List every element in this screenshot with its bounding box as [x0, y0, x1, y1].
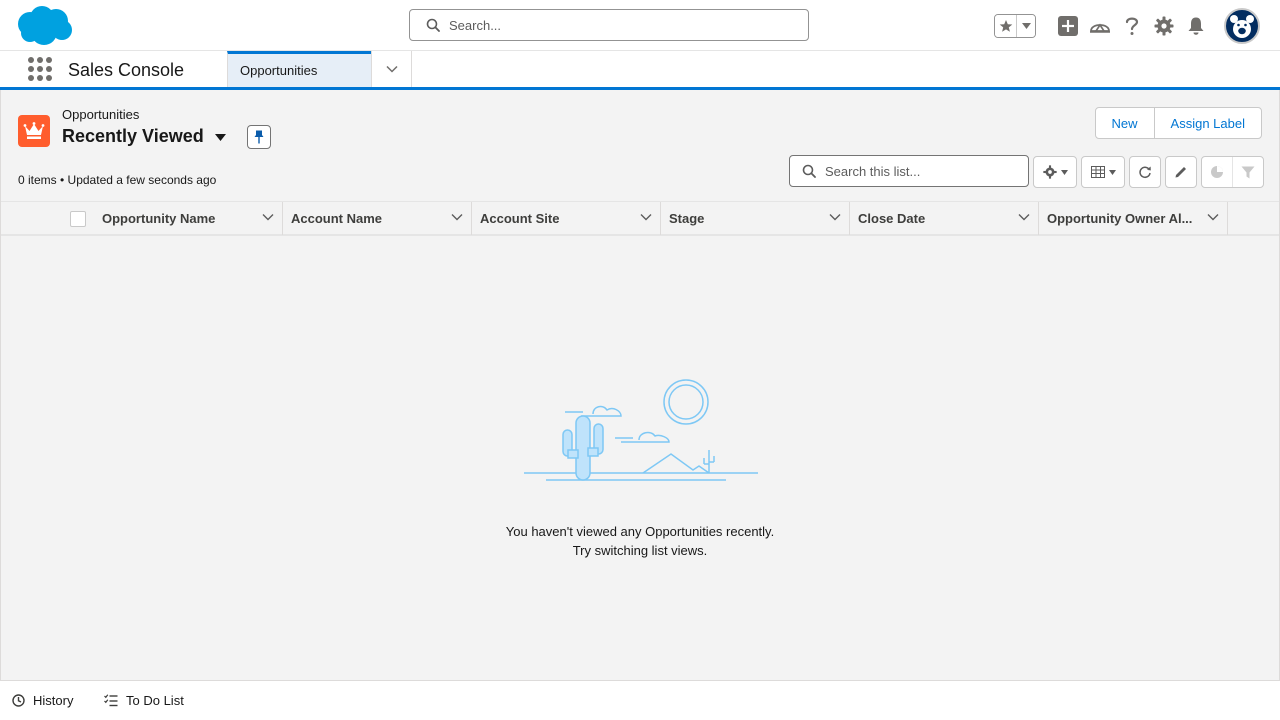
refresh-button[interactable] [1129, 156, 1161, 188]
list-search-placeholder: Search this list... [825, 163, 921, 179]
chevron-down-icon[interactable] [640, 213, 652, 221]
add-icon[interactable] [1052, 10, 1084, 42]
pin-icon [254, 130, 264, 144]
list-actions-button-group: New Assign Label [1094, 107, 1262, 139]
column-label: Account Site [480, 211, 560, 226]
display-as-table-button[interactable] [1081, 156, 1125, 188]
refresh-icon [1139, 166, 1151, 179]
column-header-close-date[interactable]: Close Date [850, 202, 1039, 235]
utility-bar: History To Do List [0, 680, 1280, 720]
chart-filter-button-group [1201, 156, 1264, 188]
tab-opportunities[interactable]: Opportunities [227, 51, 371, 87]
app-launcher-icon[interactable] [28, 57, 52, 81]
chevron-down-icon[interactable] [1018, 213, 1030, 221]
chevron-down-icon[interactable] [829, 213, 841, 221]
column-header-opportunity-owner-alias[interactable]: Opportunity Owner Al... [1039, 202, 1228, 235]
global-search-input[interactable]: Search... [409, 9, 809, 41]
column-label: Close Date [858, 211, 926, 226]
list-view-title: Recently Viewed [62, 126, 204, 146]
pencil-icon [1175, 167, 1186, 178]
trailhead-icon[interactable] [1084, 10, 1116, 42]
clock-icon [12, 694, 25, 707]
header-actions [994, 8, 1260, 44]
empty-state-hint: Try switching list views. [572, 543, 708, 558]
empty-state: You haven't viewed any Opportunities rec… [1, 236, 1279, 680]
edit-list-button[interactable] [1165, 156, 1197, 188]
search-icon [802, 164, 816, 178]
chevron-down-icon[interactable] [1207, 213, 1219, 221]
avatar[interactable] [1224, 8, 1260, 44]
column-header-account-site[interactable]: Account Site [472, 202, 661, 235]
global-header: Search... [0, 0, 1280, 51]
desert-illustration [524, 379, 758, 481]
new-button[interactable]: New [1096, 108, 1154, 138]
chart-icon[interactable] [1202, 157, 1233, 187]
app-navigation-bar: Sales Console Opportunities [0, 51, 1280, 90]
search-icon [426, 18, 440, 32]
list-status-text: 0 items • Updated a few seconds ago [18, 173, 217, 187]
chevron-down-icon [1060, 169, 1068, 175]
favorites-menu-chevron-icon[interactable] [1017, 15, 1035, 37]
column-label: Stage [669, 211, 705, 226]
utility-history[interactable]: History [12, 693, 73, 708]
column-label: Account Name [291, 211, 383, 226]
favorites-star-icon[interactable] [995, 15, 1017, 37]
task-list-icon [104, 694, 118, 707]
empty-state-message: You haven't viewed any Opportunities rec… [505, 524, 775, 539]
column-label: Opportunity Name [102, 211, 216, 226]
notification-bell-icon[interactable] [1180, 10, 1212, 42]
utility-todo-label: To Do List [126, 693, 184, 708]
chevron-down-icon[interactable] [262, 213, 274, 221]
object-label: Opportunities [62, 107, 140, 122]
utility-todo-list[interactable]: To Do List [104, 693, 184, 708]
list-table-header: Opportunity Name Account Name Account Si… [1, 201, 1279, 236]
global-search-placeholder: Search... [449, 17, 502, 33]
column-header-stage[interactable]: Stage [661, 202, 850, 235]
select-all-checkbox[interactable] [70, 211, 86, 227]
search-this-list-input[interactable]: Search this list... [789, 155, 1029, 187]
utility-history-label: History [33, 693, 74, 708]
navigation-menu-chevron-icon[interactable] [371, 51, 412, 87]
column-label: Opportunity Owner Al... [1047, 211, 1193, 226]
list-view-workspace: Opportunities Recently Viewed New Assign… [0, 90, 1280, 680]
gear-icon [1042, 165, 1057, 179]
chevron-down-icon[interactable] [451, 213, 463, 221]
list-view-controls-button[interactable] [1033, 156, 1077, 188]
table-icon [1090, 166, 1105, 178]
help-icon[interactable] [1116, 10, 1148, 42]
column-header-opportunity-name[interactable]: Opportunity Name [94, 202, 283, 235]
setup-gear-icon[interactable] [1148, 10, 1180, 42]
column-header-account-name[interactable]: Account Name [283, 202, 472, 235]
pin-list-view-button[interactable] [247, 125, 271, 149]
assign-label-button[interactable]: Assign Label [1153, 108, 1261, 138]
chevron-down-icon [1108, 169, 1116, 175]
opportunity-crown-icon [18, 115, 50, 147]
salesforce-logo[interactable] [14, 4, 76, 48]
filter-icon[interactable] [1233, 157, 1263, 187]
favorites-button-group [994, 14, 1036, 38]
app-name: Sales Console [68, 60, 185, 80]
caret-down-icon[interactable] [214, 134, 226, 141]
list-view-selector[interactable]: Recently Viewed [62, 126, 226, 147]
